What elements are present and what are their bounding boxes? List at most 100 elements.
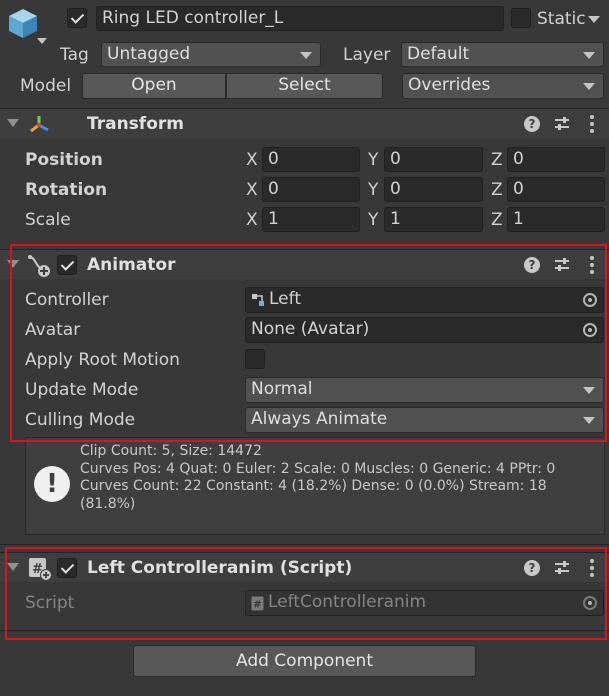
scale-x-axis: X [246,210,258,230]
info-text: Clip Count: 5, Size: 14472 Curves Pos: 4… [80,443,600,513]
object-picker-icon[interactable] [583,323,597,337]
info-line: Curves Pos: 4 Quat: 0 Euler: 2 Scale: 0 … [80,460,556,477]
script-label: Script [25,593,75,613]
tag-value: Untagged [107,44,191,64]
transform-header[interactable]: Transform ? [0,108,609,138]
preset-sliders-icon[interactable] [554,257,570,273]
scale-y-axis: Y [368,210,379,230]
culling-mode-value: Always Animate [251,409,388,429]
apply-root-motion-toggle[interactable] [245,349,265,369]
position-y-axis: Y [368,150,379,170]
foldout-arrow-icon[interactable] [7,260,19,268]
animator-icon [28,255,50,277]
script-header[interactable]: # Left Controlleranim (Script) ? [0,552,609,582]
apply-root-motion-label: Apply Root Motion [25,350,180,370]
overrides-dropdown[interactable]: Overrides [402,73,604,99]
animator-controller-icon [252,294,264,306]
help-icon[interactable]: ? [524,116,540,132]
chevron-down-icon [300,52,312,59]
update-mode-label: Update Mode [25,380,139,400]
scale-z-axis: Z [491,210,503,230]
rotation-x-field[interactable]: 0 [262,177,360,202]
scale-x-field[interactable]: 1 [262,207,360,232]
static-toggle[interactable] [511,8,531,28]
cube-icon[interactable] [6,6,40,40]
alert-icon: ! [34,466,70,502]
position-z-axis: Z [491,150,503,170]
scale-label: Scale [25,210,71,230]
position-x-axis: X [246,150,258,170]
model-label: Model [20,76,72,96]
avatar-value: None (Avatar) [251,319,370,339]
animator-enabled-toggle[interactable] [57,255,77,275]
update-mode-dropdown[interactable]: Normal [245,377,604,403]
script-enabled-toggle[interactable] [57,558,77,578]
script-icon: # [29,558,52,581]
help-icon[interactable]: ? [524,560,540,576]
kebab-menu-icon[interactable] [590,115,594,136]
rotation-z-axis: Z [491,180,503,200]
position-label: Position [25,150,103,170]
foldout-arrow-icon[interactable] [7,563,19,571]
chevron-down-icon [583,417,595,424]
overrides-value: Overrides [408,75,491,95]
open-button[interactable]: Open [82,73,226,99]
info-line: Curves Count: 22 Constant: 4 (18.2%) Den… [80,478,547,494]
controller-field[interactable]: Left [245,287,604,313]
position-y-field[interactable]: 0 [384,147,483,172]
divider [0,544,609,545]
scale-z-field[interactable]: 1 [507,207,605,232]
animator-header[interactable]: Animator ? [0,249,609,279]
object-name-field[interactable]: Ring LED controller_L [96,6,504,31]
transform-axes-icon [30,116,49,133]
avatar-label: Avatar [25,320,81,340]
animator-title: Animator [87,255,176,275]
active-toggle[interactable] [67,8,87,28]
update-mode-value: Normal [251,379,313,399]
rotation-x-axis: X [246,180,258,200]
script-value: LeftControlleranim [268,592,427,612]
divider [0,630,609,631]
chevron-down-icon [583,52,595,59]
static-label: Static [537,9,586,29]
help-icon[interactable]: ? [524,257,540,273]
layer-value: Default [407,44,470,64]
preset-sliders-icon[interactable] [554,560,570,576]
chevron-down-icon [583,83,595,90]
kebab-menu-icon[interactable] [590,559,594,580]
select-button[interactable]: Select [226,73,383,99]
avatar-field[interactable]: None (Avatar) [245,317,604,343]
script-title: Left Controlleranim (Script) [87,558,353,578]
tag-dropdown[interactable]: Untagged [101,42,321,67]
object-picker-icon [583,596,597,610]
culling-mode-dropdown[interactable]: Always Animate [245,407,604,433]
position-z-field[interactable]: 0 [507,147,605,172]
position-x-field[interactable]: 0 [262,147,360,172]
layer-dropdown[interactable]: Default [401,42,604,67]
chevron-down-icon[interactable] [37,38,47,44]
add-component-button[interactable]: Add Component [133,645,476,677]
rotation-z-field[interactable]: 0 [507,177,605,202]
object-picker-icon[interactable] [583,293,597,307]
foldout-arrow-icon[interactable] [7,119,19,127]
info-line: Clip Count: 5, Size: 14472 [80,443,262,459]
scale-y-field[interactable]: 1 [384,207,483,232]
rotation-label: Rotation [25,180,108,200]
animator-info-box: ! Clip Count: 5, Size: 14472 Curves Pos:… [25,437,605,535]
rotation-y-field[interactable]: 0 [384,177,483,202]
controller-value: Left [269,289,301,309]
culling-mode-label: Culling Mode [25,410,136,430]
script-field: # LeftControlleranim [245,590,604,616]
svg-text:#: # [253,600,261,611]
controller-label: Controller [25,290,109,310]
script-file-icon: # [251,596,264,611]
transform-title: Transform [87,114,184,134]
rotation-y-axis: Y [368,180,379,200]
tag-label: Tag [60,45,89,65]
static-dropdown-icon[interactable] [588,16,600,23]
kebab-menu-icon[interactable] [590,256,594,277]
info-line: (81.8%) [80,495,136,512]
layer-label: Layer [343,45,391,65]
chevron-down-icon [583,387,595,394]
preset-sliders-icon[interactable] [554,116,570,132]
